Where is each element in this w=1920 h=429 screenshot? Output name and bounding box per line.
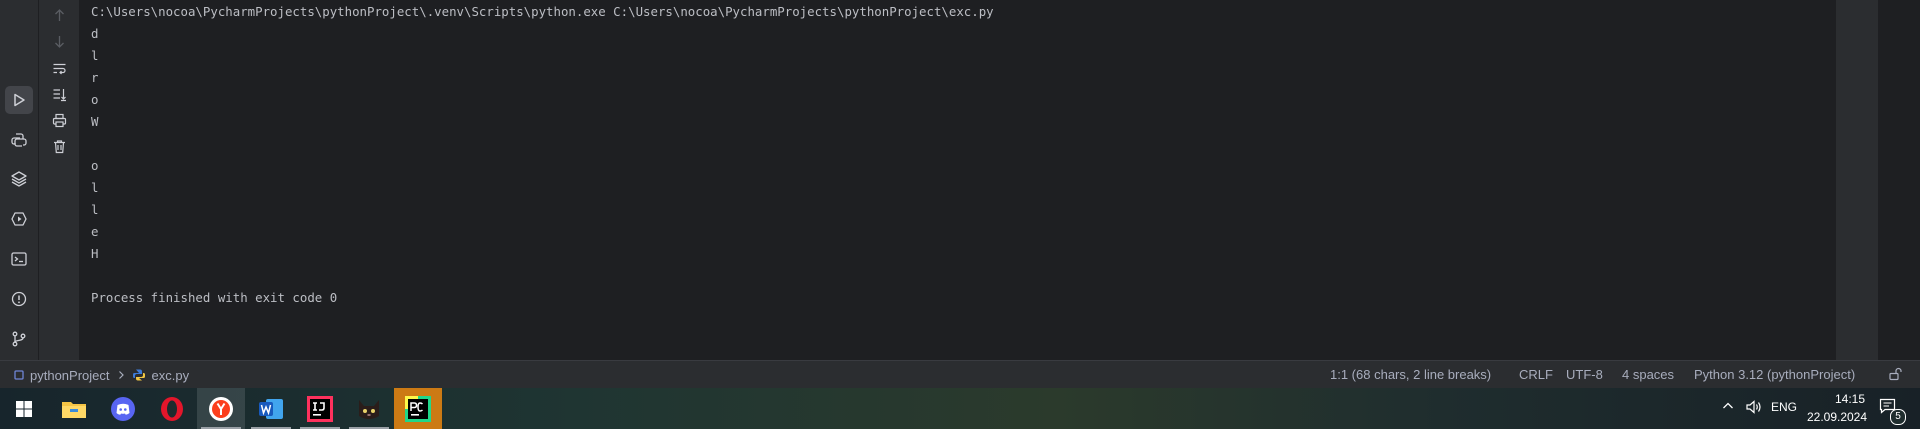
python-interpreter[interactable]: Python 3.12 (pythonProject) (1694, 361, 1855, 389)
taskbar-pycharm[interactable] (394, 388, 442, 429)
file-explorer-icon (62, 401, 86, 418)
down-arrow-icon (54, 35, 64, 48)
indent-setting[interactable]: 4 spaces (1622, 361, 1674, 389)
console-line: l (91, 180, 99, 195)
console-output: C:\Users\nocoa\PycharmProjects\pythonPro… (91, 1, 994, 309)
intellij-idea-icon (307, 395, 333, 422)
console-line: o (91, 158, 99, 173)
python-packages-tool-button[interactable] (5, 165, 33, 193)
show-hidden-icons-button[interactable] (1722, 400, 1734, 415)
breadcrumb-project[interactable]: pythonProject (30, 368, 110, 383)
git-branch-icon (12, 331, 26, 347)
console-line: l (91, 202, 99, 217)
print-button[interactable] (49, 110, 69, 130)
console-line: l (91, 48, 99, 63)
run-icon (14, 93, 25, 107)
console-line: e (91, 224, 99, 239)
clear-all-button[interactable] (49, 136, 69, 156)
console-line: C:\Users\nocoa\PycharmProjects\pythonPro… (91, 4, 994, 19)
services-tool-button[interactable] (5, 205, 33, 233)
discord-icon (111, 396, 135, 421)
scroll-to-end-button[interactable] (49, 84, 69, 104)
file-encoding[interactable]: UTF-8 (1566, 361, 1603, 389)
soft-wrap-button[interactable] (49, 58, 69, 78)
console-toolbar (39, 0, 79, 360)
volume-icon (1746, 400, 1761, 414)
console-line: Process finished with exit code 0 (91, 290, 338, 305)
input-language[interactable]: ENG (1771, 400, 1797, 414)
previous-occurrence-button[interactable] (49, 5, 69, 25)
pycharm-icon (405, 395, 431, 422)
console-line: d (91, 26, 99, 41)
word-icon (259, 398, 283, 419)
app-cat-icon (359, 399, 379, 419)
console-line: r (91, 70, 99, 85)
module-icon (14, 370, 24, 380)
clock-time[interactable]: 14:15 (1820, 392, 1880, 406)
notification-count-badge: 5 (1890, 409, 1906, 425)
console-line: W (91, 114, 99, 129)
taskbar-intellij-idea[interactable] (296, 388, 344, 429)
tool-window-strip (0, 0, 39, 360)
readonly-toggle[interactable] (1888, 367, 1902, 383)
console-line: H (91, 246, 99, 261)
trash-icon (53, 139, 65, 153)
taskbar-word[interactable] (247, 388, 295, 429)
unlock-icon (1889, 367, 1902, 381)
next-occurrence-button[interactable] (49, 31, 69, 51)
terminal-tool-button[interactable] (5, 245, 33, 273)
opera-icon (161, 396, 183, 421)
version-control-tool-button[interactable] (5, 325, 33, 353)
python-console-tool-button[interactable] (5, 126, 33, 154)
chevron-right-icon (118, 371, 124, 379)
taskbar-opera[interactable] (148, 388, 196, 429)
taskbar-app[interactable] (345, 388, 393, 429)
taskbar-discord[interactable] (99, 388, 147, 429)
status-bar: pythonProject exc.py 1:1 (68 chars, 2 li… (0, 360, 1920, 389)
terminal-icon (11, 252, 27, 266)
layers-icon (11, 171, 27, 187)
line-separator[interactable]: CRLF (1519, 361, 1553, 389)
python-file-icon (132, 369, 145, 381)
print-icon (52, 113, 66, 127)
caret-position[interactable]: 1:1 (68 chars, 2 line breaks) (1330, 361, 1491, 389)
problems-tool-button[interactable] (5, 285, 33, 313)
windows-start-icon (16, 400, 32, 417)
windows-taskbar: ENG 14:15 22.09.2024 5 (0, 388, 1920, 429)
console-scrollbar[interactable] (1836, 0, 1878, 360)
services-icon (11, 212, 27, 226)
taskbar-file-explorer[interactable] (50, 388, 98, 429)
chevron-up-icon (1723, 402, 1733, 409)
volume-button[interactable] (1745, 399, 1763, 418)
breadcrumb: pythonProject exc.py (14, 361, 189, 389)
start-button[interactable] (0, 388, 48, 429)
console-line: o (91, 92, 99, 107)
up-arrow-icon (54, 8, 64, 21)
taskbar-yandex-browser[interactable] (197, 388, 245, 429)
yandex-browser-icon (209, 396, 233, 421)
breadcrumb-file[interactable]: exc.py (152, 368, 190, 383)
python-icon (11, 133, 27, 147)
run-console[interactable]: C:\Users\nocoa\PycharmProjects\pythonPro… (80, 0, 1878, 360)
soft-wrap-icon (53, 63, 66, 74)
clock-date[interactable]: 22.09.2024 (1805, 410, 1869, 424)
problems-icon (11, 291, 27, 307)
scroll-to-end-icon (53, 88, 66, 101)
run-tool-button[interactable] (5, 86, 33, 114)
